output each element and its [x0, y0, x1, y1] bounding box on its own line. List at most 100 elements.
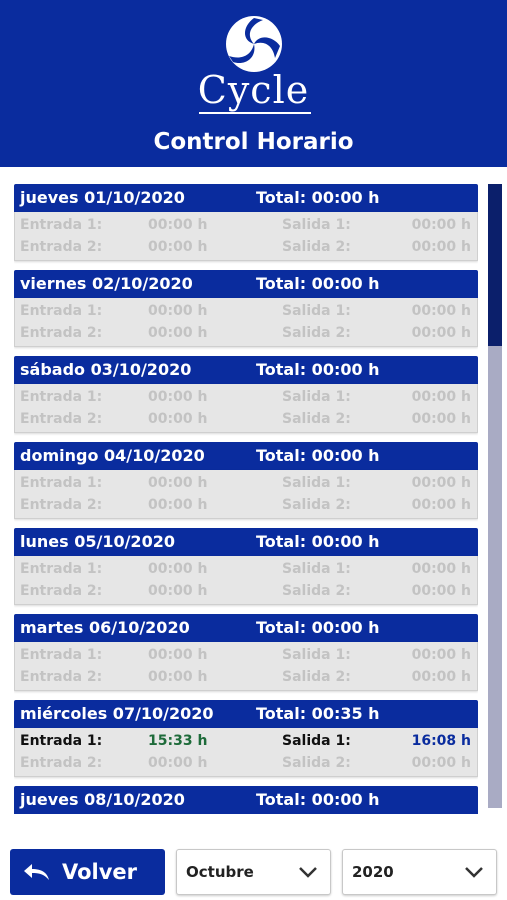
exit-1-label: Salida 1: — [282, 303, 351, 319]
times-row-1: Entrada 1: 00:00 h Salida 1: 00:00 h — [15, 300, 477, 322]
day-total: Total: 00:00 h — [256, 618, 380, 637]
day-card: lunes 05/10/2020 Total: 00:00 h Entrada … — [14, 528, 478, 614]
entry-1-label: Entrada 1: — [20, 303, 103, 319]
day-card: jueves 08/10/2020 Total: 00:00 h — [14, 786, 478, 818]
day-card: jueves 01/10/2020 Total: 00:00 h Entrada… — [14, 184, 478, 270]
day-total: Total: 00:00 h — [256, 274, 380, 293]
exit-1-value: 00:00 h — [411, 303, 471, 319]
day-total: Total: 00:35 h — [256, 704, 380, 723]
entry-1-label: Entrada 1: — [20, 217, 103, 233]
exit-2-label: Salida 2: — [282, 497, 351, 513]
entry-2-label: Entrada 2: — [20, 583, 103, 599]
entry-1-label: Entrada 1: — [20, 733, 103, 749]
exit-2-label: Salida 2: — [282, 411, 351, 427]
exit-1-value: 00:00 h — [411, 389, 471, 405]
times-row-2: Entrada 2: 00:00 h Salida 2: 00:00 h — [15, 580, 477, 602]
exit-1-value: 00:00 h — [411, 647, 471, 663]
entry-2-value: 00:00 h — [148, 669, 208, 685]
exit-2-value: 00:00 h — [411, 239, 471, 255]
exit-1-label: Salida 1: — [282, 561, 351, 577]
exit-2-value: 00:00 h — [411, 497, 471, 513]
day-total: Total: 00:00 h — [256, 188, 380, 207]
entry-1-value: 00:00 h — [148, 389, 208, 405]
day-total: Total: 00:00 h — [256, 790, 380, 809]
day-header: miércoles 07/10/2020 Total: 00:35 h — [14, 700, 478, 728]
entry-2-label: Entrada 2: — [20, 325, 103, 341]
times-row-1: Entrada 1: 15:33 h Salida 1: 16:08 h — [15, 730, 477, 752]
exit-1-label: Salida 1: — [282, 475, 351, 491]
chevron-down-icon — [465, 867, 483, 878]
times-row-1: Entrada 1: 00:00 h Salida 1: 00:00 h — [15, 214, 477, 236]
day-card: domingo 04/10/2020 Total: 00:00 h Entrad… — [14, 442, 478, 528]
day-card: viernes 02/10/2020 Total: 00:00 h Entrad… — [14, 270, 478, 356]
times-row-1: Entrada 1: 00:00 h Salida 1: 00:00 h — [15, 472, 477, 494]
day-times: Entrada 1: 00:00 h Salida 1: 00:00 h Ent… — [14, 212, 478, 261]
day-date: domingo 04/10/2020 — [20, 446, 205, 465]
exit-2-label: Salida 2: — [282, 755, 351, 771]
day-date: martes 06/10/2020 — [20, 618, 190, 637]
day-date: miércoles 07/10/2020 — [20, 704, 214, 723]
entry-1-label: Entrada 1: — [20, 647, 103, 663]
day-total: Total: 00:00 h — [256, 360, 380, 379]
entry-2-value: 00:00 h — [148, 497, 208, 513]
day-date: viernes 02/10/2020 — [20, 274, 193, 293]
times-row-2: Entrada 2: 00:00 h Salida 2: 00:00 h — [15, 752, 477, 774]
exit-2-value: 00:00 h — [411, 583, 471, 599]
day-header: viernes 02/10/2020 Total: 00:00 h — [14, 270, 478, 298]
day-card: martes 06/10/2020 Total: 00:00 h Entrada… — [14, 614, 478, 700]
exit-2-label: Salida 2: — [282, 239, 351, 255]
day-times: Entrada 1: 00:00 h Salida 1: 00:00 h Ent… — [14, 384, 478, 433]
brand-name: Cycle — [197, 68, 310, 112]
exit-2-value: 00:00 h — [411, 669, 471, 685]
day-list[interactable]: jueves 01/10/2020 Total: 00:00 h Entrada… — [14, 184, 478, 818]
times-row-1: Entrada 1: 00:00 h Salida 1: 00:00 h — [15, 644, 477, 666]
exit-1-value: 16:08 h — [411, 733, 471, 749]
times-row-2: Entrada 2: 00:00 h Salida 2: 00:00 h — [15, 408, 477, 430]
day-times: Entrada 1: 00:00 h Salida 1: 00:00 h Ent… — [14, 556, 478, 605]
day-header: martes 06/10/2020 Total: 00:00 h — [14, 614, 478, 642]
times-row-1: Entrada 1: 00:00 h Salida 1: 00:00 h — [15, 558, 477, 580]
chevron-down-icon — [299, 867, 317, 878]
exit-2-value: 00:00 h — [411, 755, 471, 771]
entry-2-label: Entrada 2: — [20, 497, 103, 513]
day-date: sábado 03/10/2020 — [20, 360, 192, 379]
day-card: miércoles 07/10/2020 Total: 00:35 h Entr… — [14, 700, 478, 786]
times-row-2: Entrada 2: 00:00 h Salida 2: 00:00 h — [15, 236, 477, 258]
month-value: Octubre — [186, 863, 254, 881]
entry-1-label: Entrada 1: — [20, 389, 103, 405]
day-times: Entrada 1: 15:33 h Salida 1: 16:08 h Ent… — [14, 728, 478, 777]
day-header: jueves 08/10/2020 Total: 00:00 h — [14, 786, 478, 814]
day-total: Total: 00:00 h — [256, 532, 380, 551]
entry-2-label: Entrada 2: — [20, 239, 103, 255]
back-button[interactable]: Volver — [10, 849, 165, 895]
exit-2-value: 00:00 h — [411, 325, 471, 341]
exit-1-value: 00:00 h — [411, 475, 471, 491]
day-date: lunes 05/10/2020 — [20, 532, 175, 551]
times-row-2: Entrada 2: 00:00 h Salida 2: 00:00 h — [15, 494, 477, 516]
entry-2-label: Entrada 2: — [20, 755, 103, 771]
entry-1-value: 00:00 h — [148, 303, 208, 319]
exit-2-label: Salida 2: — [282, 583, 351, 599]
exit-2-value: 00:00 h — [411, 411, 471, 427]
app-header: Cycle Control Horario — [0, 0, 507, 167]
page-title: Control Horario — [153, 129, 354, 155]
scrollbar[interactable] — [488, 184, 502, 808]
exit-1-label: Salida 1: — [282, 733, 351, 749]
year-select[interactable]: 2020 — [342, 849, 497, 895]
back-label: Volver — [62, 860, 138, 884]
times-row-2: Entrada 2: 00:00 h Salida 2: 00:00 h — [15, 666, 477, 688]
year-value: 2020 — [352, 863, 394, 881]
entry-1-value: 00:00 h — [148, 647, 208, 663]
times-row-2: Entrada 2: 00:00 h Salida 2: 00:00 h — [15, 322, 477, 344]
day-date: jueves 01/10/2020 — [20, 188, 185, 207]
entry-1-value: 00:00 h — [148, 561, 208, 577]
day-header: sábado 03/10/2020 Total: 00:00 h — [14, 356, 478, 384]
scroll-thumb[interactable] — [488, 184, 502, 346]
day-total: Total: 00:00 h — [256, 446, 380, 465]
entry-2-value: 00:00 h — [148, 755, 208, 771]
day-header: lunes 05/10/2020 Total: 00:00 h — [14, 528, 478, 556]
day-date: jueves 08/10/2020 — [20, 790, 185, 809]
month-select[interactable]: Octubre — [176, 849, 331, 895]
entry-2-value: 00:00 h — [148, 411, 208, 427]
brand-underline — [199, 112, 311, 114]
